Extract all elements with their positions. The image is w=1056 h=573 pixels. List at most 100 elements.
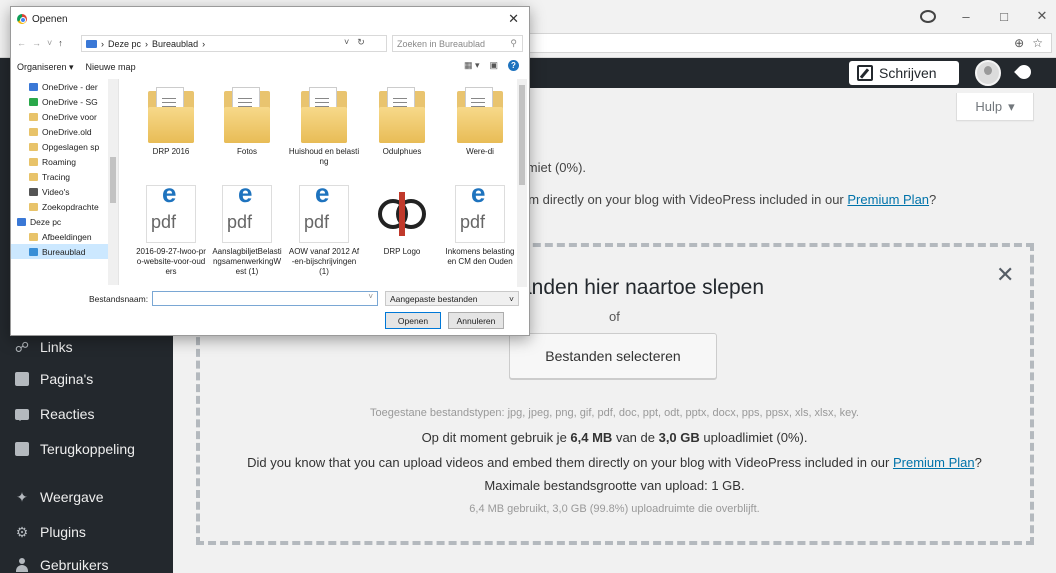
open-button[interactable]: Openen bbox=[385, 312, 441, 329]
page-icon bbox=[14, 371, 30, 387]
folder-icon bbox=[457, 85, 503, 143]
file-item[interactable]: DRP Logo bbox=[366, 185, 438, 257]
quota-text-partial: limiet (0%). bbox=[521, 160, 587, 175]
file-name: AOW vanaf 2012 Af-en-bijschrijvingen (1) bbox=[288, 247, 360, 276]
folder-icon bbox=[17, 217, 26, 226]
file-item[interactable]: Were-di bbox=[444, 85, 516, 157]
tree-item[interactable]: Video's bbox=[11, 184, 118, 199]
file-name: DRP Logo bbox=[383, 247, 421, 256]
tree-scroll-thumb[interactable] bbox=[110, 157, 116, 203]
new-folder-button[interactable]: Nieuwe map bbox=[86, 62, 136, 72]
refresh-icon[interactable]: ↻ bbox=[357, 37, 365, 48]
path-tools: ˅ ↻ bbox=[344, 37, 365, 48]
folder-icon bbox=[86, 39, 97, 48]
bookmark-star-icon[interactable]: ☆ bbox=[1032, 36, 1043, 50]
file-name: Huishoud en belasting bbox=[288, 147, 360, 166]
tree-item[interactable]: OneDrive - der bbox=[11, 79, 118, 94]
tree-item[interactable]: OneDrive - SG bbox=[11, 94, 118, 109]
dialog-search-input[interactable]: Zoeken in Bureaublad ⚲ bbox=[392, 35, 523, 52]
file-item[interactable]: DRP 2016 bbox=[135, 85, 207, 157]
sidebar-item-plugins[interactable]: ⚙ Plugins bbox=[0, 517, 173, 547]
sidebar-item-users[interactable]: Gebruikers bbox=[0, 550, 173, 573]
tree-item[interactable]: Opgeslagen sp bbox=[11, 139, 118, 154]
breadcrumb-item[interactable]: Deze pc bbox=[108, 39, 141, 49]
folder-icon bbox=[29, 127, 38, 136]
close-icon[interactable]: ✕ bbox=[996, 262, 1014, 288]
close-window-button[interactable]: ✕ bbox=[1034, 8, 1050, 24]
image-file-icon bbox=[377, 185, 427, 243]
tree-item[interactable]: Bureaublad bbox=[11, 244, 118, 259]
filename-label: Bestandsnaam: bbox=[89, 294, 149, 304]
sidebar-item-label: Pagina's bbox=[40, 371, 94, 387]
help-button[interactable]: Hulp ▾ bbox=[956, 93, 1034, 121]
chevron-down-icon[interactable]: ˅ bbox=[47, 38, 52, 48]
file-item[interactable]: e pdf Inkomens belastingen CM den Ouden bbox=[444, 180, 516, 267]
sidebar-item-links[interactable]: ☍ Links bbox=[0, 332, 173, 362]
tree-item[interactable]: Roaming bbox=[11, 154, 118, 169]
back-arrow-icon[interactable]: ← bbox=[17, 38, 26, 48]
notifications-icon[interactable] bbox=[1014, 62, 1034, 82]
folder-icon bbox=[148, 85, 194, 143]
filename-input[interactable]: ˅ bbox=[152, 291, 378, 306]
tree-item[interactable]: OneDrive voor bbox=[11, 109, 118, 124]
sidebar-item-feedback[interactable]: Terugkoppeling bbox=[0, 434, 173, 464]
write-button[interactable]: Schrijven bbox=[849, 61, 959, 85]
breadcrumb-item[interactable]: Bureaublad bbox=[152, 39, 198, 49]
organize-button[interactable]: Organiseren ▾ bbox=[17, 62, 74, 73]
folder-icon bbox=[29, 112, 38, 121]
preview-pane-icon[interactable]: ▣ bbox=[489, 60, 498, 71]
sidebar-item-label: Links bbox=[40, 339, 73, 355]
tree-item-label: Video's bbox=[42, 186, 70, 197]
file-item[interactable]: e pdf AOW vanaf 2012 Af-en-bijschrijvingen… bbox=[288, 180, 360, 277]
folder-icon bbox=[29, 202, 38, 211]
up-arrow-icon[interactable]: ↑ bbox=[58, 38, 63, 48]
sidebar-item-comments[interactable]: Reacties bbox=[0, 399, 173, 429]
view-options-icon[interactable]: ▦ ▾ bbox=[464, 60, 480, 71]
select-files-button[interactable]: Bestanden selecteren bbox=[509, 333, 717, 379]
file-item[interactable]: Huishoud en belasting bbox=[288, 85, 360, 167]
appearance-icon: ✦ bbox=[16, 488, 28, 505]
zoom-icon[interactable]: ⊕ bbox=[1014, 36, 1024, 50]
dialog-title-bar: Openen bbox=[11, 7, 529, 31]
chevron-down-icon[interactable]: ˅ bbox=[344, 37, 349, 48]
sidebar-item-pages[interactable]: Pagina's bbox=[0, 364, 173, 394]
file-item[interactable]: e pdf 2016-09-27-lwoo-pro-website-voor-oud… bbox=[135, 180, 207, 277]
premium-plan-link[interactable]: Premium Plan bbox=[847, 192, 929, 207]
account-icon[interactable] bbox=[920, 9, 936, 23]
avatar[interactable] bbox=[975, 60, 1001, 86]
tree-item-label: OneDrive.old bbox=[42, 126, 92, 137]
tree-item[interactable]: Tracing bbox=[11, 169, 118, 184]
tree-item-label: Roaming bbox=[42, 156, 77, 167]
open-file-dialog: Openen ✕ ← → ˅ ↑ › Deze pc › Bureaublad … bbox=[10, 6, 530, 336]
file-name: Odulphues bbox=[382, 147, 422, 156]
sidebar-item-label: Gebruikers bbox=[40, 557, 109, 573]
cancel-button[interactable]: Annuleren bbox=[448, 312, 504, 329]
tree-item[interactable]: OneDrive.old bbox=[11, 124, 118, 139]
forward-arrow-icon[interactable]: → bbox=[32, 38, 41, 48]
breadcrumb[interactable]: › Deze pc › Bureaublad › bbox=[81, 35, 387, 52]
pdf-file-icon: e pdf bbox=[455, 180, 505, 243]
videopress-text: Did you know that you can upload videos … bbox=[247, 455, 982, 470]
window-controls: – □ ✕ bbox=[920, 8, 1050, 24]
tree-item-label: Tracing bbox=[42, 171, 71, 182]
files-scroll-thumb[interactable] bbox=[519, 85, 525, 185]
dialog-close-button[interactable]: ✕ bbox=[508, 11, 519, 27]
help-icon[interactable]: ? bbox=[508, 60, 519, 71]
file-item[interactable]: Fotos bbox=[211, 85, 283, 157]
tree-item[interactable]: Zoekopdrachte bbox=[11, 199, 118, 214]
file-type-select[interactable]: Aangepaste bestanden ˅ bbox=[385, 291, 519, 306]
tree-item[interactable]: Afbeeldingen bbox=[11, 229, 118, 244]
dialog-toolbar: Organiseren ▾ Nieuwe map bbox=[11, 57, 529, 77]
maximize-button[interactable]: □ bbox=[996, 9, 1012, 24]
file-name: Fotos bbox=[236, 147, 257, 156]
tree-item-label: Opgeslagen sp bbox=[42, 141, 100, 152]
premium-plan-link[interactable]: Premium Plan bbox=[893, 455, 975, 470]
sidebar-item-appearance[interactable]: ✦ Weergave bbox=[0, 482, 173, 512]
address-bar[interactable]: ⊕ ☆ bbox=[520, 33, 1052, 53]
file-item[interactable]: Odulphues bbox=[366, 85, 438, 157]
tree-item[interactable]: Deze pc bbox=[11, 214, 118, 229]
folder-icon bbox=[29, 82, 38, 91]
minimize-button[interactable]: – bbox=[958, 9, 974, 24]
view-tools: ▦ ▾ ▣ ? bbox=[464, 60, 519, 71]
file-item[interactable]: e pdf AanslagbiljetBelastingsamenwerkingWe… bbox=[211, 180, 283, 277]
